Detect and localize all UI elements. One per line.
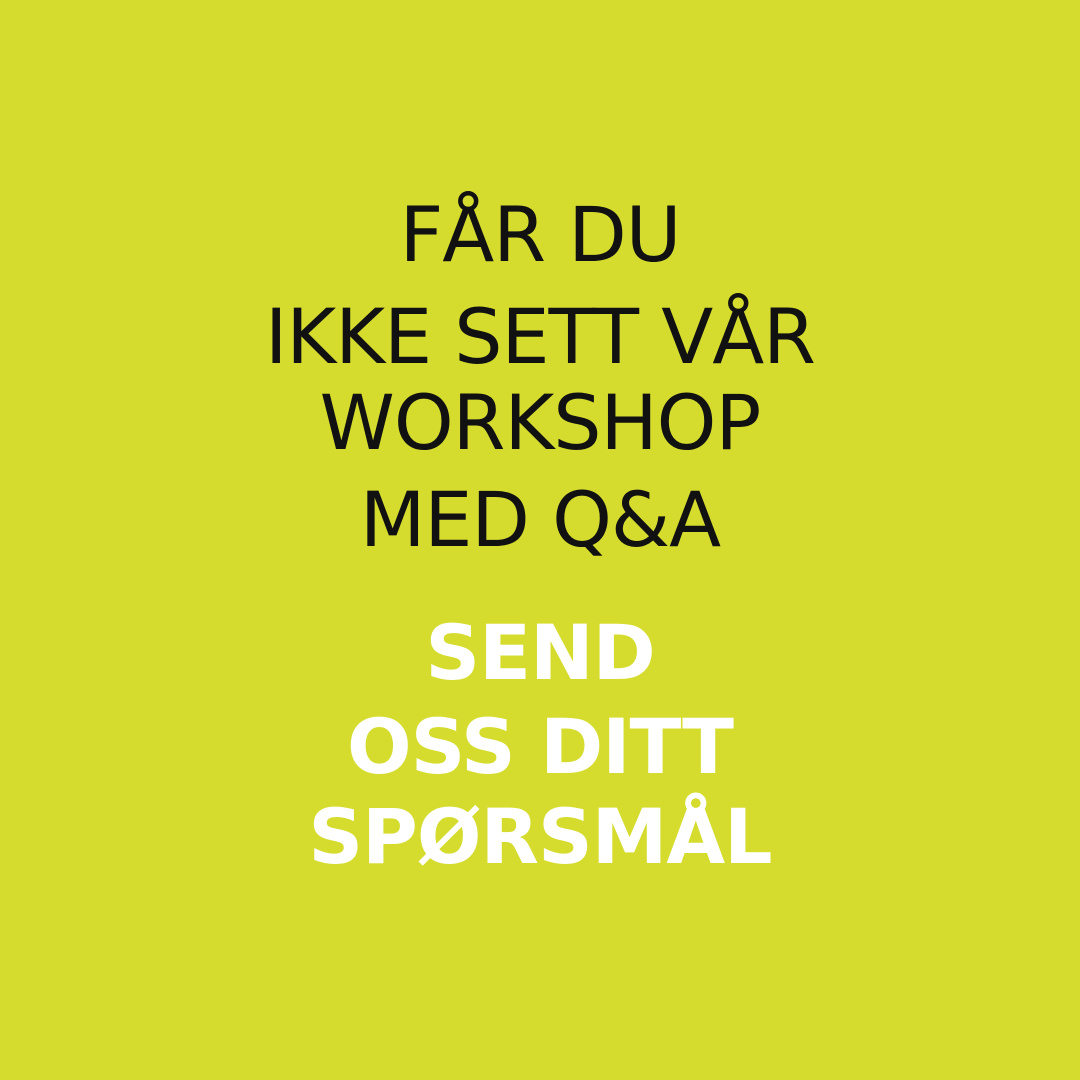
headline-line-1: FÅR DU	[399, 190, 682, 279]
headline-line-3: WORKSHOP	[319, 378, 762, 467]
cta-line-1: SEND	[425, 608, 655, 697]
headline-line-4: MED Q&A	[359, 475, 721, 564]
headline-line-2: IKKE SETT VÅR	[265, 292, 816, 381]
cta-line-2: OSS DITT	[347, 702, 734, 791]
poster-canvas: FÅR DU IKKE SETT VÅR WORKSHOP MED Q&A SE…	[0, 0, 1080, 1080]
cta-line-3: SPØRSMÅL	[308, 792, 772, 881]
